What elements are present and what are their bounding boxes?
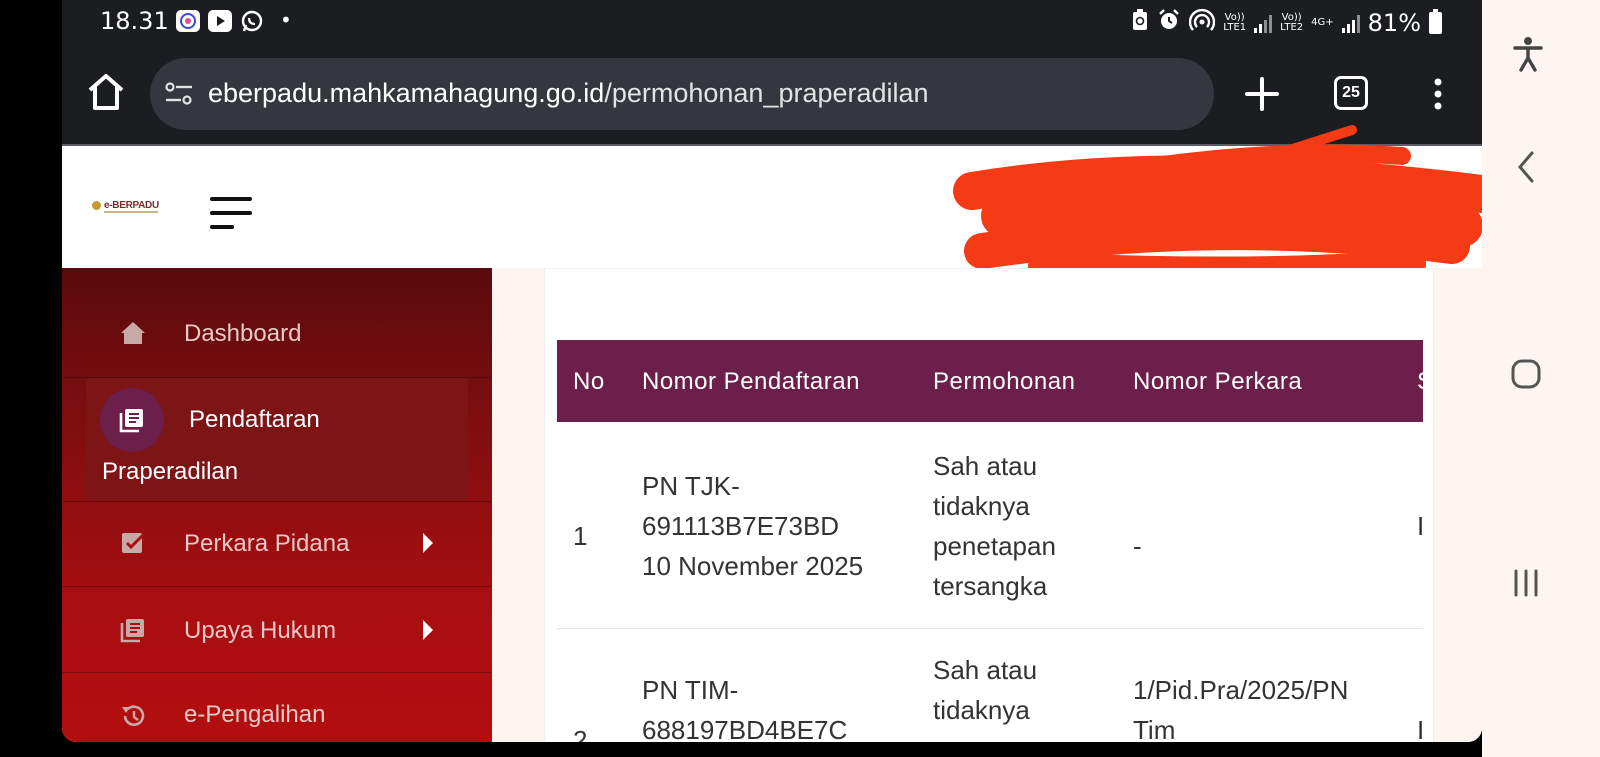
site-settings-icon[interactable]	[164, 80, 194, 108]
status-bar: 18.31 • Vo)) LTE1 Vo)) LTE2 4G+ 81%	[62, 0, 1482, 44]
battery-saver-icon	[1131, 8, 1149, 38]
app-notification-icon	[176, 10, 200, 32]
active-item-badge	[100, 388, 164, 452]
cell-permohonan-line1: Sah atau	[933, 655, 1038, 685]
back-icon[interactable]	[1516, 150, 1536, 189]
document-stack-icon	[120, 617, 146, 643]
row-divider	[557, 628, 1423, 629]
status-indicators: Vo)) LTE1 Vo)) LTE2 4G+ 81%	[1131, 8, 1442, 38]
cell-no: 1	[573, 521, 588, 551]
table-row[interactable]: 2 PN TIM- 688197BD4BE7C Sah atau tidakny…	[557, 650, 1425, 742]
network-type-label: 4G+	[1311, 17, 1334, 28]
history-icon	[120, 703, 146, 729]
url-host: eberpadu.mahkamahagung.go.id	[208, 78, 605, 108]
card-border	[545, 268, 1435, 269]
recents-icon[interactable]	[1512, 568, 1540, 603]
cell-no: 2	[573, 725, 588, 742]
url-path: /permohonan_praperadilan	[604, 78, 929, 108]
table-header: No Nomor Pendaftaran Permohonan Nomor Pe…	[557, 340, 1433, 422]
url-text[interactable]: eberpadu.mahkamahagung.go.id/permohonan_…	[208, 78, 929, 109]
cell-nomor-pendaftaran-line1: PN TIM-	[642, 675, 739, 705]
column-header-nomor-perkara: Nomor Perkara	[1133, 368, 1303, 395]
home-nav-icon[interactable]	[1510, 358, 1542, 395]
site-logo[interactable]: e-BERPADU	[92, 200, 159, 211]
phone-screen: 18.31 • Vo)) LTE1 Vo)) LTE2 4G+ 81% eber…	[62, 0, 1482, 742]
cell-tanggal: 10 November 2025	[642, 551, 864, 581]
battery-icon	[1429, 9, 1442, 34]
sim1-signal-icon	[1254, 13, 1273, 33]
sim2-network-label: Vo)) LTE2	[1280, 12, 1304, 33]
battery-percent: 81%	[1367, 9, 1421, 37]
cell-permohonan-line2: tidaknya	[933, 695, 1030, 725]
sidebar-item-label: Pendaftaran	[189, 406, 320, 433]
whatsapp-icon	[240, 10, 264, 32]
cell-permohonan-line2: tidaknya	[933, 491, 1030, 521]
logo-tagline	[104, 211, 158, 213]
cell-permohonan-line3: penetapan	[933, 531, 1056, 561]
sidebar-item-upaya-hukum[interactable]: Upaya Hukum	[62, 587, 492, 673]
column-header-permohonan: Permohonan	[933, 368, 1076, 395]
caret-right-icon	[422, 532, 434, 554]
new-tab-button[interactable]	[1242, 74, 1282, 114]
caret-right-icon	[422, 619, 434, 641]
column-header-no: No	[573, 368, 605, 395]
cell-permohonan-line4: tersangka	[933, 571, 1048, 601]
accessibility-icon[interactable]	[1512, 36, 1544, 77]
cell-nomor-perkara: -	[1133, 531, 1142, 561]
cell-status: I	[1417, 511, 1425, 541]
sidebar: Dashboard Pendaftaran Praperadilan Perka…	[62, 268, 492, 742]
status-time: 18.31	[100, 7, 169, 35]
notification-dot: •	[280, 8, 292, 32]
sidebar-item-label: Dashboard	[184, 320, 302, 347]
sidebar-item-label-line2: Praperadilan	[102, 458, 239, 485]
column-header-nomor-pendaftaran: Nomor Pendaftaran	[642, 368, 860, 395]
sidebar-item-e-pengalihan[interactable]: e-Pengalihan	[62, 673, 492, 742]
alarm-icon	[1157, 8, 1181, 38]
table-row[interactable]: 1 PN TJK- 691113B7E73BD 10 November 2025…	[557, 446, 1425, 626]
hotspot-icon	[1188, 8, 1216, 38]
logo-seal-icon	[92, 201, 101, 210]
home-icon	[120, 320, 146, 346]
sidebar-item-dashboard[interactable]: Dashboard	[62, 268, 492, 378]
home-button[interactable]	[84, 70, 128, 114]
hamburger-menu-icon[interactable]	[210, 197, 252, 231]
cell-nomor-pendaftaran-line1: PN TJK-	[642, 471, 740, 501]
cell-status: I	[1417, 715, 1425, 742]
sim2-signal-icon	[1341, 13, 1360, 33]
youtube-icon	[208, 10, 232, 32]
cell-permohonan-line1: Sah atau	[933, 451, 1038, 481]
column-header-status: S	[1417, 368, 1434, 395]
sim1-network-label: Vo)) LTE1	[1223, 12, 1247, 33]
logo-area[interactable]: e-BERPADU	[62, 146, 188, 268]
tab-switcher-button[interactable]: 25	[1334, 76, 1368, 110]
system-navigation-bar	[1482, 0, 1600, 757]
cell-nomor-perkara-line1: 1/Pid.Pra/2025/PN	[1133, 675, 1349, 705]
logo-text: e-BERPADU	[104, 200, 159, 211]
sidebar-item-label: Perkara Pidana	[184, 530, 350, 557]
screen-edge	[0, 0, 62, 757]
cell-nomor-pendaftaran-line2: 691113B7E73BD	[642, 511, 840, 541]
sidebar-item-label: Upaya Hukum	[184, 617, 337, 644]
checkbox-icon	[120, 530, 146, 556]
main-content: No Nomor Pendaftaran Permohonan Nomor Pe…	[492, 268, 1482, 742]
cell-nomor-perkara-line2: Tim	[1133, 715, 1176, 742]
content-card: No Nomor Pendaftaran Permohonan Nomor Pe…	[544, 268, 1435, 742]
site-header: e-BERPADU	[62, 125, 1482, 296]
more-menu-icon[interactable]	[1428, 74, 1448, 114]
sidebar-item-label: e-Pengalihan	[184, 701, 326, 728]
cell-nomor-pendaftaran-line2: 688197BD4BE7C	[642, 715, 848, 742]
sidebar-item-perkara-pidana[interactable]: Perkara Pidana	[62, 502, 492, 587]
